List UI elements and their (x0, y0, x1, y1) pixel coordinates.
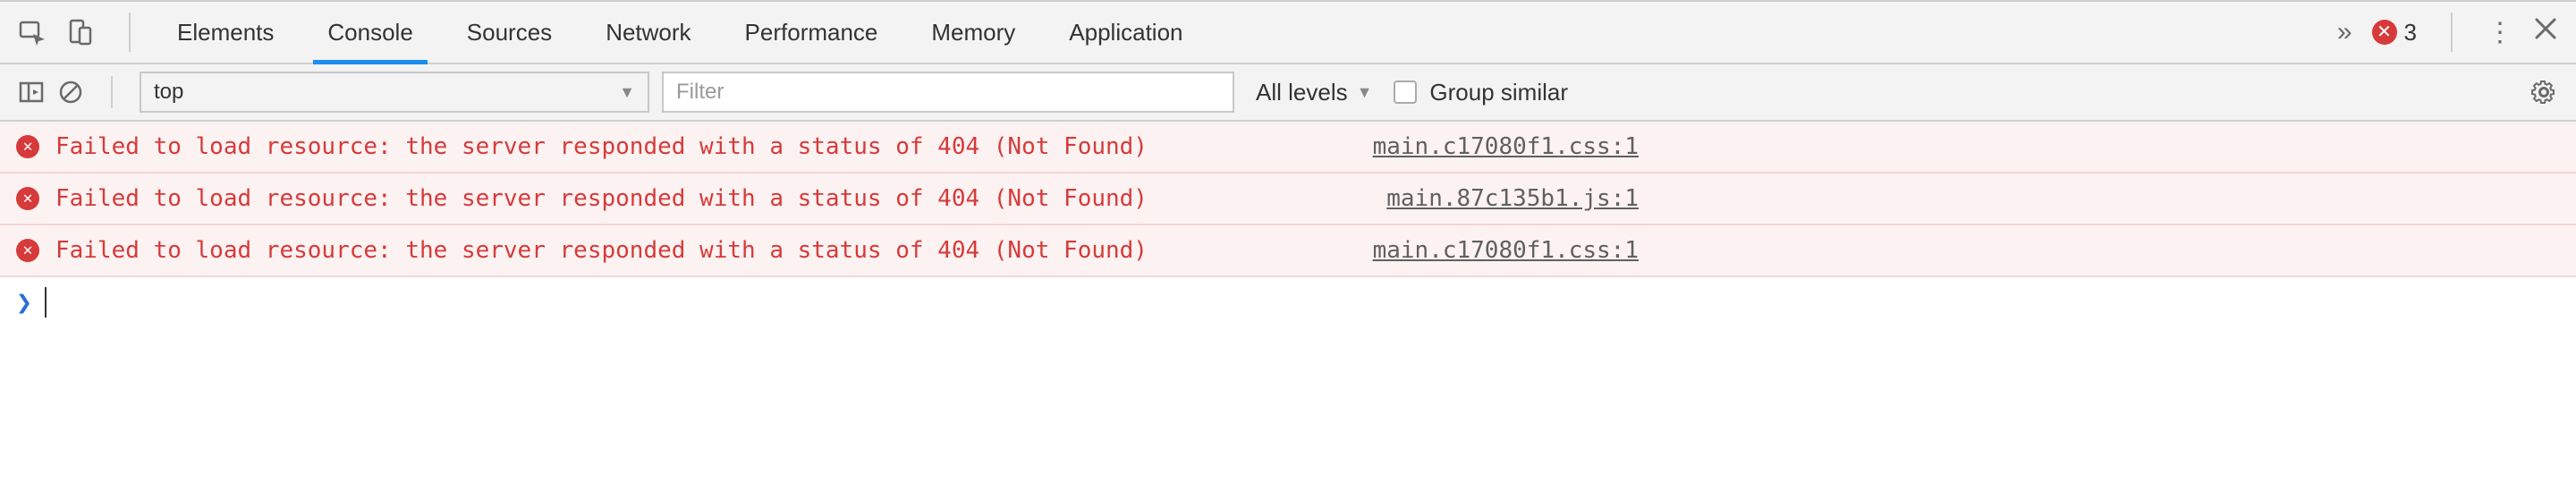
error-count: 3 (2404, 19, 2417, 47)
divider (2451, 13, 2453, 52)
error-text: Failed to load resource: the server resp… (55, 133, 1148, 160)
tab-memory[interactable]: Memory (904, 2, 1042, 63)
tabs-container: Elements Console Sources Network Perform… (150, 2, 1210, 63)
tab-sources[interactable]: Sources (440, 2, 579, 63)
divider (129, 13, 131, 52)
toggle-device-icon[interactable] (66, 18, 95, 47)
error-count-badge[interactable]: ✕ 3 (2372, 19, 2417, 47)
filter-input[interactable] (662, 72, 1234, 113)
console-prompt[interactable]: ❯ (0, 277, 2576, 327)
toggle-sidebar-icon[interactable] (18, 79, 45, 106)
tab-application[interactable]: Application (1042, 2, 1209, 63)
group-similar-label: Group similar (1429, 79, 1568, 106)
error-icon: ✕ (16, 239, 39, 262)
error-icon: ✕ (16, 135, 39, 158)
clear-console-icon[interactable] (57, 79, 84, 106)
console-error-row[interactable]: ✕ Failed to load resource: the server re… (0, 122, 2576, 174)
console-settings-icon[interactable] (2529, 78, 2558, 106)
error-icon: ✕ (16, 187, 39, 210)
error-text: Failed to load resource: the server resp… (55, 237, 1148, 264)
console-toolbar: top ▼ All levels ▼ Group similar (0, 64, 2576, 122)
chevron-down-icon: ▼ (1357, 83, 1373, 102)
console-error-row[interactable]: ✕ Failed to load resource: the server re… (0, 174, 2576, 225)
text-cursor (45, 287, 47, 318)
error-text: Failed to load resource: the server resp… (55, 185, 1148, 212)
source-link[interactable]: main.c17080f1.css:1 (1373, 133, 2560, 160)
chevron-down-icon: ▼ (619, 83, 635, 102)
console-messages: ✕ Failed to load resource: the server re… (0, 122, 2576, 327)
context-value: top (154, 80, 183, 105)
console-error-row[interactable]: ✕ Failed to load resource: the server re… (0, 225, 2576, 277)
more-tabs-icon[interactable]: » (2337, 17, 2352, 47)
source-link[interactable]: main.c17080f1.css:1 (1373, 237, 2560, 264)
tab-console[interactable]: Console (301, 2, 439, 63)
source-link[interactable]: main.87c135b1.js:1 (1386, 185, 2560, 212)
inspect-element-icon[interactable] (18, 18, 47, 47)
tabbar-left-tools (18, 13, 145, 52)
close-devtools-icon[interactable] (2533, 16, 2558, 48)
log-levels-selector[interactable]: All levels ▼ (1247, 79, 1381, 106)
tabbar-right-tools: » ✕ 3 ⋮ (2337, 13, 2558, 52)
kebab-menu-icon[interactable]: ⋮ (2487, 17, 2513, 48)
error-icon: ✕ (2372, 20, 2397, 45)
tab-network[interactable]: Network (579, 2, 717, 63)
context-selector[interactable]: top ▼ (140, 72, 649, 113)
prompt-caret-icon: ❯ (16, 287, 32, 318)
tab-performance[interactable]: Performance (718, 2, 905, 63)
levels-label: All levels (1256, 79, 1348, 106)
tab-elements[interactable]: Elements (150, 2, 301, 63)
group-similar-checkbox[interactable] (1394, 80, 1417, 104)
divider (111, 76, 113, 108)
devtools-tabbar: Elements Console Sources Network Perform… (0, 0, 2576, 64)
